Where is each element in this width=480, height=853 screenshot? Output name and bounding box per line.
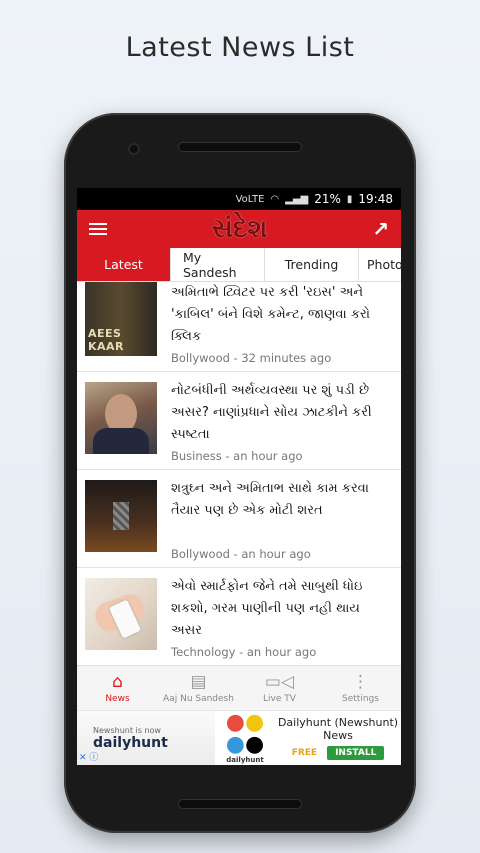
article-thumbnail xyxy=(85,578,157,650)
nav-live-tv[interactable]: ▭◁ Live TV xyxy=(239,666,320,710)
tab-photo[interactable]: Photo xyxy=(359,248,401,281)
clock: 19:48 xyxy=(358,192,393,206)
article-meta: Bollywood - 32 minutes ago xyxy=(171,351,332,365)
more-vertical-icon: ⋮ xyxy=(352,672,369,692)
ad-brand-panel: Newshunt is now dailyhunt ✕ ⓘ xyxy=(77,711,215,765)
list-item[interactable]: શત્રુઘ્ન અને અમિતાભ સાથે કામ કરવા તૈયાર … xyxy=(77,470,401,568)
home-icon: ⌂ xyxy=(112,672,123,692)
nav-aaj-nu-sandesh[interactable]: ▤ Aaj Nu Sandesh xyxy=(158,666,239,710)
app-bar: સંદેશ ↗ xyxy=(77,210,401,248)
article-meta: Bollywood - an hour ago xyxy=(171,547,311,561)
article-thumbnail xyxy=(85,480,157,552)
promo-headline: Latest News List xyxy=(125,32,355,63)
article-meta: Technology - an hour ago xyxy=(171,645,317,659)
article-thumbnail: AEES KAAR xyxy=(85,282,157,356)
list-item[interactable]: નોટબંધીની અર્થવ્યવસ્થા પર શું પડી છે અસર… xyxy=(77,372,401,470)
adchoices-icon[interactable]: ✕ ⓘ xyxy=(79,750,98,763)
video-camera-icon: ▭◁ xyxy=(264,672,295,692)
volte-icon: VoLTE xyxy=(235,193,265,205)
app-logo: સંદેશ xyxy=(211,213,268,244)
ad-title: Dailyhunt (Newshunt) News xyxy=(277,716,399,742)
article-title: એવો સ્માર્ટફોન જેને તમે સાબુથી ધોઇ શકશો,… xyxy=(171,579,363,638)
list-item[interactable]: એવો સ્માર્ટફોન જેને તમે સાબુથી ધોઇ શકશો,… xyxy=(77,568,401,665)
signal-icon: ▂▄▆ xyxy=(285,193,309,205)
ad-banner[interactable]: Newshunt is now dailyhunt ✕ ⓘ ●● ●● daily… xyxy=(77,710,401,765)
ad-brand-name: dailyhunt xyxy=(93,734,168,751)
dailyhunt-logo-icon: ●● ●● dailyhunt xyxy=(225,710,265,765)
ad-tagline: Newshunt is now xyxy=(93,725,161,735)
tab-my-sandesh[interactable]: My Sandesh xyxy=(171,248,265,281)
news-feed: AEES KAAR અમિતાભે ટ્વિટર પર કરી 'રઇસ' અન… xyxy=(77,282,401,665)
nav-settings[interactable]: ⋮ Settings xyxy=(320,666,401,710)
list-item[interactable]: AEES KAAR અમિતાભે ટ્વિટર પર કરી 'રઇસ' અન… xyxy=(77,282,401,372)
article-meta: Business - an hour ago xyxy=(171,449,303,463)
app-screen: VoLTE ◠ ▂▄▆ 21% ▮ 19:48 સંદેશ ↗ Latest M… xyxy=(77,188,401,765)
article-title: નોટબંધીની અર્થવ્યવસ્થા પર શું પડી છે અસર… xyxy=(171,383,372,442)
battery-level: 21% xyxy=(314,192,341,206)
article-title: અમિતાભે ટ્વિટર પર કરી 'રઇસ' અને 'કાબિલ' … xyxy=(171,285,370,344)
install-button[interactable]: INSTALL xyxy=(327,746,385,760)
article-title: શત્રુઘ્ન અને અમિતાભ સાથે કામ કરવા તૈયાર … xyxy=(171,481,369,518)
ad-price: FREE xyxy=(291,748,318,758)
battery-icon: ▮ xyxy=(346,193,353,205)
nav-news[interactable]: ⌂ News xyxy=(77,666,158,710)
newspaper-icon: ▤ xyxy=(190,672,207,692)
phone-frame: VoLTE ◠ ▂▄▆ 21% ▮ 19:48 સંદેશ ↗ Latest M… xyxy=(64,113,416,833)
article-thumbnail xyxy=(85,382,157,454)
trending-up-icon[interactable]: ↗ xyxy=(372,217,389,241)
earpiece-speaker xyxy=(178,142,302,152)
tab-latest[interactable]: Latest xyxy=(77,248,171,281)
tab-trending[interactable]: Trending xyxy=(265,248,359,281)
tab-bar: Latest My Sandesh Trending Photo xyxy=(77,248,401,282)
wifi-icon: ◠ xyxy=(270,193,280,205)
bottom-speaker xyxy=(178,799,302,809)
bottom-navigation: ⌂ News ▤ Aaj Nu Sandesh ▭◁ Live TV ⋮ Set… xyxy=(77,665,401,710)
status-bar: VoLTE ◠ ▂▄▆ 21% ▮ 19:48 xyxy=(77,188,401,210)
menu-icon[interactable] xyxy=(89,223,107,235)
front-camera xyxy=(128,143,140,155)
